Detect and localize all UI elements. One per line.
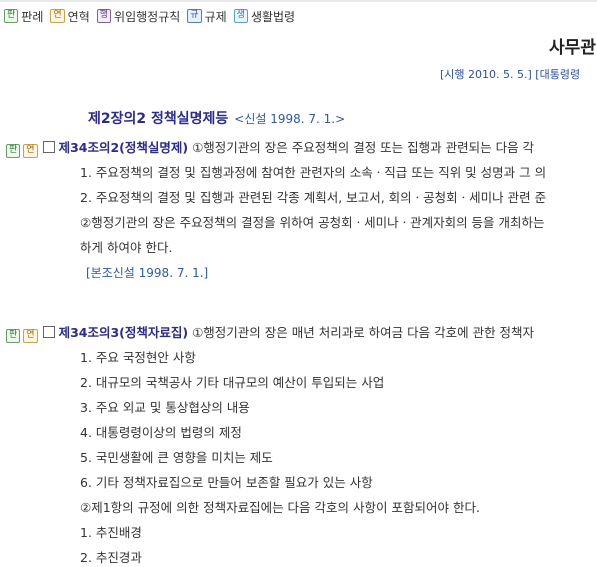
legend-label: 연혁 xyxy=(67,9,90,24)
precedent-icon: 판 xyxy=(4,9,19,23)
article-line: 2. 주요정책의 결정 및 집행과 관련된 각종 계획서, 보고서, 회의ㆍ공청… xyxy=(80,190,547,205)
precedent-icon[interactable]: 판 xyxy=(6,329,21,343)
precedent-icon[interactable]: 판 xyxy=(6,144,21,158)
article-line: 4. 대통령령이상의 법령의 제정 xyxy=(80,425,242,440)
law-title: 사무관 xyxy=(549,38,596,58)
article-line: 3. 주요 외교 및 통상협상의 내용 xyxy=(80,400,250,415)
legend-bar: 판 판례 연 연혁 행 위임행정규칙 규 규제 생 생활법령 xyxy=(4,7,302,25)
legend-label: 위임행정규칙 xyxy=(114,9,181,24)
article-line: 하게 하여야 한다. xyxy=(80,240,173,255)
article-heading: 판 연 제34조의3(정책자료집) ①행정기관의 장은 매년 처리과로 하여금 다음… xyxy=(6,324,534,343)
chapter-heading: 제2장의2 정책실명제등 <신설 1998. 7. 1.> xyxy=(88,108,345,128)
legend-item-delegated-rules[interactable]: 행 위임행정규칙 xyxy=(96,8,181,25)
article-line: 1. 주요 국정현안 사항 xyxy=(80,350,196,365)
article-line: 1. 추진배경 xyxy=(80,525,142,540)
legend-label: 생활법령 xyxy=(250,9,296,24)
legend-item-living-law[interactable]: 생 생활법령 xyxy=(233,8,296,25)
article-checkbox[interactable] xyxy=(42,326,55,338)
article-body: ①행정기관의 장은 매년 처리과로 하여금 다음 각호에 관한 정책자 xyxy=(188,325,535,340)
article-heading: 판 연 제34조의2(정책실명제) ①행정기관의 장은 주요정책의 결정 또는 집행… xyxy=(6,139,534,158)
article-number[interactable]: 제34조의3(정책자료집) xyxy=(59,325,189,340)
legend-item-history[interactable]: 연 연혁 xyxy=(50,8,90,25)
regulation-icon: 규 xyxy=(187,9,202,23)
article-line: 2. 대규모의 국책공사 기타 대규모의 예산이 투입되는 사업 xyxy=(80,375,385,390)
top-border xyxy=(0,0,597,2)
article-line: 5. 국민생활에 큰 영향을 미치는 제도 xyxy=(80,450,273,465)
history-icon[interactable]: 연 xyxy=(23,144,38,158)
history-icon[interactable]: 연 xyxy=(23,329,38,343)
legend-label: 규제 xyxy=(204,9,227,24)
legend-item-precedent[interactable]: 판 판례 xyxy=(4,8,43,25)
delegated-rules-icon: 행 xyxy=(96,9,112,23)
article-body: ①행정기관의 장은 주요정책의 결정 또는 집행과 관련되는 다음 각 xyxy=(188,140,535,155)
legend-item-regulation[interactable]: 규 규제 xyxy=(187,8,227,25)
article-line: 1. 주요정책의 결정 및 집행과정에 참여한 관련자의 소속ㆍ직급 또는 직위… xyxy=(80,165,547,180)
chapter-note: <신설 1998. 7. 1.> xyxy=(234,112,346,126)
article-line: 6. 기타 정책자료집으로 만들어 보존할 필요가 있는 사항 xyxy=(80,475,373,490)
article-number[interactable]: 제34조의2(정책실명제) xyxy=(59,140,189,155)
law-meta[interactable]: [시행 2010. 5. 5.] [대통령령 xyxy=(440,66,580,82)
article-line: ②제1항의 규정에 의한 정책자료집에는 다음 각호의 사항이 포함되어야 한다… xyxy=(80,500,480,515)
article-checkbox[interactable] xyxy=(42,141,55,153)
chapter-title: 제2장의2 정책실명제등 xyxy=(88,111,229,127)
history-icon: 연 xyxy=(50,9,65,23)
article-line: 2. 추진경과 xyxy=(80,550,142,565)
article-line: ②행정기관의 장은 주요정책의 결정을 위하여 공청회ㆍ세미나ㆍ관계자회의 등을… xyxy=(80,215,545,230)
amendment-note[interactable]: [본조신설 1998. 7. 1.] xyxy=(86,264,208,282)
legend-label: 판례 xyxy=(21,9,44,24)
living-law-icon: 생 xyxy=(233,9,248,23)
